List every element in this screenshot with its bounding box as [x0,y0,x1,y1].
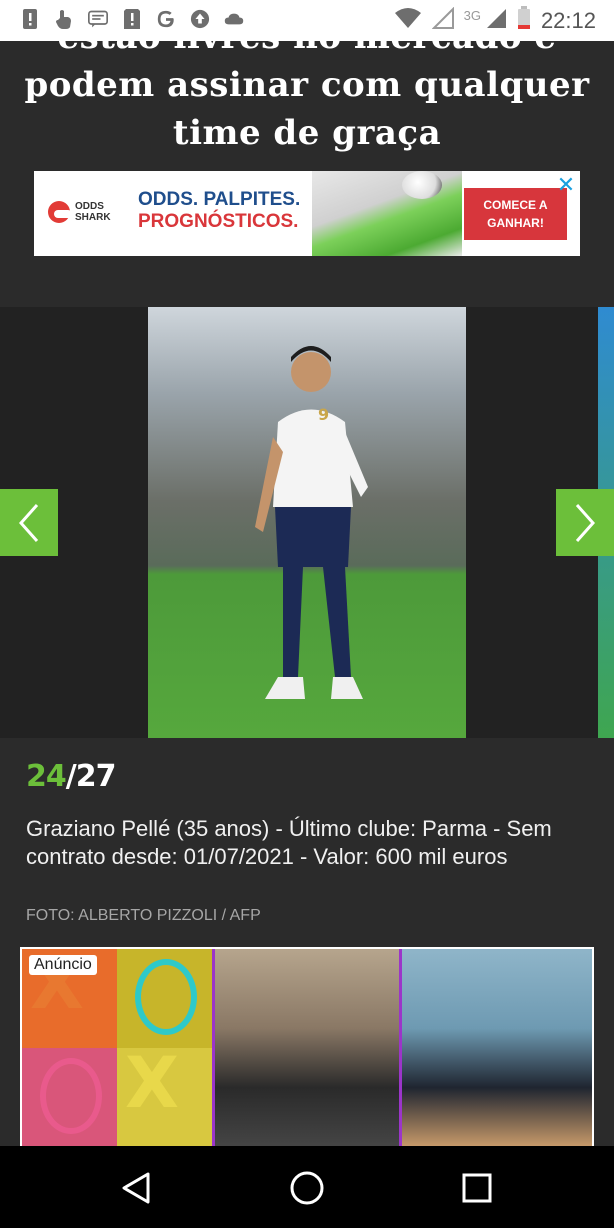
ad-tile [22,1048,117,1146]
ad-close-icon[interactable]: ✕ [554,173,578,197]
back-icon [122,1172,150,1204]
back-button[interactable] [116,1168,156,1208]
ad-headline: ODDS. PALPITES. PROGNÓSTICOS. [138,189,300,233]
home-button[interactable] [287,1168,327,1208]
ad-banner[interactable]: ODDS SHARK ODDS. PALPITES. PROGNÓSTICOS.… [34,171,580,256]
ad-tile: X [117,1048,212,1146]
chevron-left-icon [18,503,39,542]
ad-headline-line: ODDS. PALPITES. [138,189,301,210]
photo-counter: 24/27 [26,759,117,794]
clock: 22:12 [540,7,596,33]
recents-button[interactable] [457,1168,497,1208]
cloud-icon [224,7,244,31]
total-count: 27 [75,759,117,794]
counter-separator: / [65,759,77,794]
oddsshark-logo: ODDS SHARK [48,201,111,223]
current-index: 24 [26,759,67,794]
signal-icon [431,6,454,34]
player-figure [255,346,368,699]
ad-ball-image [402,171,442,199]
photo-gallery: 9 [0,307,614,738]
ad-image-group-photo [212,949,402,1146]
home-icon [290,1171,324,1205]
navigation-bar [0,1146,614,1228]
ad-label: Anúncio [29,955,97,975]
previous-button[interactable] [0,489,58,556]
article-page: estão livres no mercado e podem assinar … [0,41,614,1146]
chevron-right-icon [575,503,596,542]
gallery-photo[interactable]: 9 [148,307,466,738]
headline-line: estão livres no mercado e [0,41,614,61]
headline-line: time de graça [172,113,442,153]
alert-icon [122,7,142,31]
recents-icon [462,1173,492,1203]
ad-headline-line: PROGNÓSTICOS. [138,211,299,232]
google-icon [156,7,176,31]
system-indicators: 3G 22:12 [394,6,596,35]
notification-icons [20,7,244,31]
brand-line: SHARK [75,212,111,223]
network-type: 3G [463,8,481,23]
signal-icon [485,7,507,34]
cta-line: COMECE A [483,198,548,212]
cta-line: GANHAR! [487,216,544,230]
ad-tile [117,949,212,1048]
brand-line: ODDS [75,201,104,212]
ad-image: X X [22,949,592,1146]
touch-icon [54,7,74,31]
wifi-icon [394,7,422,34]
alert-icon [20,7,40,31]
battery-icon [517,6,531,35]
photo-credit: FOTO: ALBERTO PIZZOLI / AFP [26,907,261,924]
photo-caption: Graziano Pellé (35 anos) - Último clube:… [26,816,552,869]
status-bar: 3G 22:12 [0,0,614,41]
ad-image-group-photo [402,949,592,1146]
headline-line: podem assinar com qualquer [24,65,590,105]
ad-cta-button[interactable]: COMECE A GANHAR! [464,188,567,240]
jersey-number: 9 [318,405,330,424]
ad-image-collage: X X [22,949,212,1146]
message-icon [88,7,108,31]
navigation-icon [190,7,210,31]
next-button[interactable] [556,489,614,556]
article-headline: estão livres no mercado e podem assinar … [0,41,614,157]
sponsored-ad[interactable]: X X Anúncio [20,947,594,1146]
shark-logo-icon [48,201,72,223]
